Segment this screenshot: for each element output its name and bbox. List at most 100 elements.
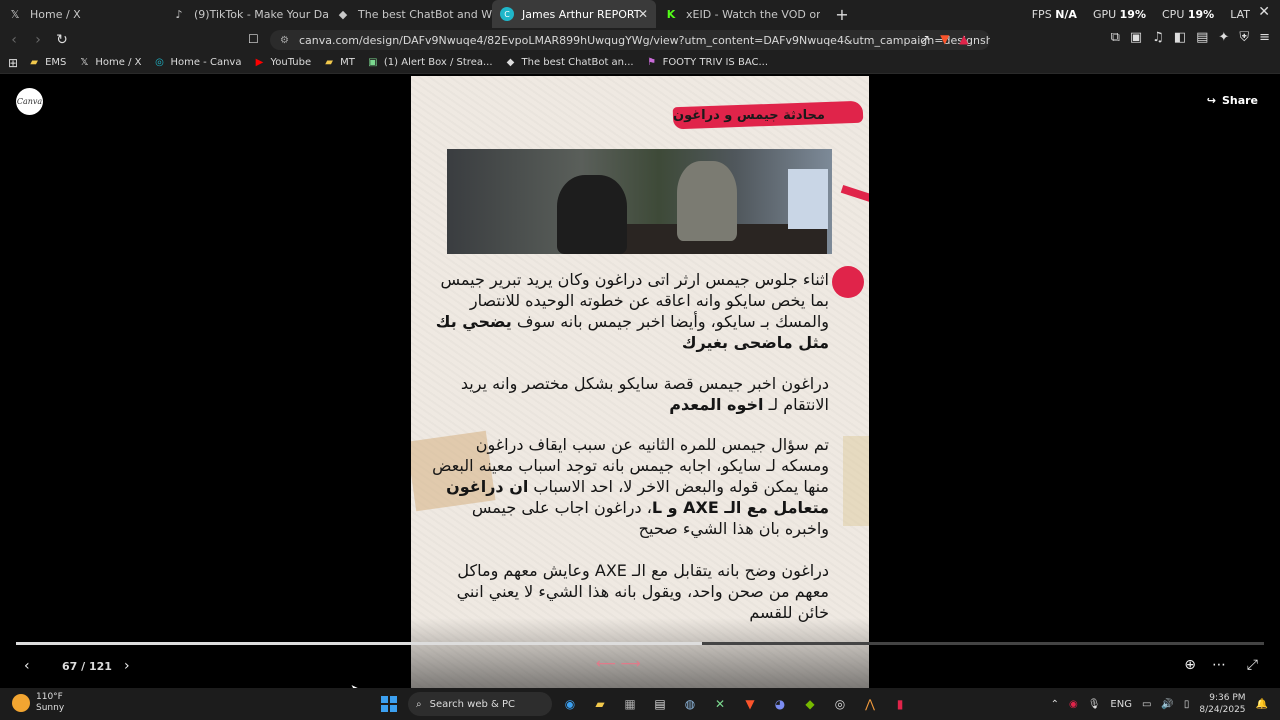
system-stats: FPS N/A GPU 19% CPU 19% LAT bbox=[1032, 0, 1250, 28]
notifications-icon[interactable]: 🔔 bbox=[1256, 699, 1268, 710]
tab-bar: 𝕏 Home / X ♪ (9)TikTok - Make Your Day ◆ Th… bbox=[0, 0, 1280, 28]
microphone-icon[interactable]: 🎙 bbox=[1088, 699, 1101, 710]
browser-tools: ⧉ ▣ ♫ ◧ ▤ ✦ ⛨ ≡ bbox=[1111, 30, 1270, 45]
share-icon: ↪ bbox=[1206, 94, 1216, 107]
file-explorer-icon[interactable]: ▰ bbox=[590, 694, 610, 714]
battery-icon[interactable]: ▯ bbox=[1184, 699, 1190, 710]
bookmark-canva[interactable]: ◎ Home - Canva bbox=[153, 57, 241, 68]
tab-home-x[interactable]: 𝕏 Home / X bbox=[0, 0, 164, 28]
tab-title: (9)TikTok - Make Your Day bbox=[194, 7, 328, 21]
forward-icon[interactable]: › bbox=[28, 32, 48, 48]
share-page-icon[interactable]: ↗ bbox=[920, 32, 930, 46]
bookmark-chatbot[interactable]: ◆ The best ChatBot an... bbox=[505, 57, 634, 68]
window-close-icon[interactable]: ✕ bbox=[1258, 4, 1270, 20]
url-field[interactable]: ⚙ canva.com/design/DAFv9Nwuqe4/82EvpoLMA… bbox=[270, 30, 990, 50]
chevron-up-icon[interactable]: ⌃ bbox=[1051, 699, 1059, 710]
language-indicator[interactable]: ENG bbox=[1110, 699, 1132, 710]
reload-icon[interactable]: ↻ bbox=[52, 32, 72, 48]
wallet-icon[interactable]: ▤ bbox=[1196, 30, 1208, 45]
streamlabs-icon: ▣ bbox=[368, 57, 378, 68]
site-info-icon[interactable]: ⚙ bbox=[280, 35, 289, 46]
address-bar: ‹ › ↻ ⚙ canva.com/design/DAFv9Nwuqe4/82E… bbox=[0, 28, 1280, 52]
extensions-icon[interactable]: ⧉ bbox=[1111, 30, 1120, 45]
paragraph-2: دراغون اخبر جيمس قصة سايكو بشكل مختصر وا… bbox=[460, 374, 829, 414]
tab-title: Home / X bbox=[30, 7, 81, 21]
windows-start-icon[interactable] bbox=[381, 696, 397, 712]
more-options-icon[interactable]: ⋯ bbox=[1212, 657, 1226, 673]
media-icon[interactable]: ♫ bbox=[1152, 30, 1164, 45]
tab-title: xEID - Watch the VOD on Kick bbox=[686, 7, 820, 21]
paragraph-3: تم سؤال جيمس للمره الثانيه عن سبب ايقاف … bbox=[432, 435, 829, 538]
tab-title: James Arthur REPORT bbox=[522, 7, 641, 21]
apps-grid-icon[interactable]: ⊞ bbox=[8, 56, 18, 70]
bookmark-icon[interactable]: ☐ bbox=[248, 32, 259, 46]
back-icon[interactable]: ‹ bbox=[4, 32, 24, 48]
store-icon[interactable]: ▦ bbox=[620, 694, 640, 714]
new-tab-button[interactable]: + bbox=[830, 5, 854, 24]
screenshot-icon[interactable]: ▣ bbox=[1130, 30, 1142, 45]
bookmark-mt[interactable]: ▰ MT bbox=[323, 57, 355, 68]
folder-icon: ▰ bbox=[30, 57, 38, 68]
next-page-button[interactable]: › bbox=[124, 658, 130, 674]
sun-icon bbox=[12, 694, 30, 712]
xbox-icon[interactable]: ✕ bbox=[710, 694, 730, 714]
app-icon[interactable]: ⋀ bbox=[860, 694, 880, 714]
page-counter: 67 / 121 bbox=[62, 660, 112, 673]
menu-icon[interactable]: ≡ bbox=[1259, 30, 1270, 45]
url-actions: ↗ ▼ ▲ bbox=[920, 32, 969, 46]
discord-icon[interactable]: ◕ bbox=[770, 694, 790, 714]
previous-page-button[interactable]: ‹ bbox=[24, 658, 30, 674]
canva-viewer: Canva ↪ Share محادثة جيمس و دراغون اثناء … bbox=[0, 76, 1280, 688]
flag-icon: ⚑ bbox=[647, 57, 657, 68]
tab-james-arthur-report[interactable]: C James Arthur REPORT ✕ bbox=[492, 0, 656, 28]
zoom-icon[interactable]: ⊕ bbox=[1184, 657, 1196, 673]
presentation-progress-bar[interactable] bbox=[16, 642, 1264, 645]
presentation-controls: ‹ 67 / 121 › ⊕ ⋯ ⤢ bbox=[0, 652, 1280, 682]
fps-stat: FPS N/A bbox=[1031, 7, 1077, 21]
bookmark-ems[interactable]: ▰ EMS bbox=[28, 57, 66, 68]
brave-shield-icon[interactable]: ▼ bbox=[940, 32, 949, 46]
windows-taskbar: 110°F Sunny ⌕ Search web & PC ◉ ▰ ▦ ▤ ◍ ✕ … bbox=[0, 688, 1280, 720]
close-tab-icon[interactable]: ✕ bbox=[638, 7, 648, 21]
rewards-icon[interactable]: ▲ bbox=[959, 32, 968, 46]
taskbar-apps: ◉ ▰ ▦ ▤ ◍ ✕ ▼ ◕ ◆ ◎ ⋀ ▮ bbox=[560, 694, 910, 714]
app-icon[interactable]: ▮ bbox=[890, 694, 910, 714]
canva-logo[interactable]: Canva bbox=[16, 88, 43, 115]
vpn-icon[interactable]: ⛨ bbox=[1239, 30, 1249, 45]
steam-icon[interactable]: ◍ bbox=[680, 694, 700, 714]
taskbar-search[interactable]: ⌕ Search web & PC bbox=[408, 692, 552, 716]
edge-icon[interactable]: ◉ bbox=[560, 694, 580, 714]
tray-app-icon[interactable]: ◉ bbox=[1069, 699, 1078, 710]
youtube-icon: ▶ bbox=[255, 57, 264, 68]
brave-icon[interactable]: ▼ bbox=[740, 694, 760, 714]
paragraph-1: اثناء جلوس جيمس ارثر اتى دراغون وكان يري… bbox=[435, 270, 829, 352]
cpu-stat: CPU 19% bbox=[1162, 7, 1215, 21]
sidebar-icon[interactable]: ◧ bbox=[1174, 30, 1186, 45]
epic-games-icon[interactable]: ▤ bbox=[650, 694, 670, 714]
nvidia-icon[interactable]: ◆ bbox=[800, 694, 820, 714]
weather-widget[interactable]: 110°F Sunny bbox=[12, 692, 64, 714]
chatbot-icon: ◆ bbox=[338, 7, 348, 21]
bookmarks-bar: ⊞ ▰ EMS 𝕏 Home / X ◎ Home - Canva ▶ YouTube … bbox=[0, 52, 1280, 74]
slide-page: محادثة جيمس و دراغون اثناء جلوس جيمس ارث… bbox=[411, 76, 869, 688]
tab-chatbot[interactable]: ◆ The best ChatBot and Widgets for Ki bbox=[328, 0, 492, 28]
bookmark-home-x[interactable]: 𝕏 Home / X bbox=[78, 57, 141, 68]
chatbot-icon: ◆ bbox=[506, 57, 515, 68]
bookmark-youtube[interactable]: ▶ YouTube bbox=[253, 57, 312, 68]
tape-decoration bbox=[843, 436, 869, 526]
leo-icon[interactable]: ✦ bbox=[1218, 30, 1229, 45]
clock[interactable]: 9:36 PM 8/24/2025 bbox=[1199, 692, 1245, 716]
network-icon[interactable]: ▭ bbox=[1142, 699, 1151, 710]
bookmark-footy-triv[interactable]: ⚑ FOOTY TRIV IS BAC... bbox=[646, 57, 768, 68]
volume-icon[interactable]: 🔊 bbox=[1161, 699, 1173, 710]
obs-icon[interactable]: ◎ bbox=[830, 694, 850, 714]
canva-icon: C bbox=[500, 7, 514, 21]
fullscreen-icon[interactable]: ⤢ bbox=[1247, 657, 1258, 673]
canva-icon: ◎ bbox=[155, 57, 164, 68]
bookmark-alert-box[interactable]: ▣ (1) Alert Box / Strea... bbox=[367, 57, 492, 68]
system-tray: ⌃ ◉ 🎙 ENG ▭ 🔊 ▯ 9:36 PM 8/24/2025 🔔 bbox=[1051, 688, 1268, 720]
tab-tiktok[interactable]: ♪ (9)TikTok - Make Your Day bbox=[164, 0, 328, 28]
paragraph-4: دراغون وضح بانه يتقابل مع الـ AXE وعايش … bbox=[456, 561, 829, 622]
share-button[interactable]: ↪ Share bbox=[1207, 94, 1258, 107]
tab-kick[interactable]: KxEID - Watch the VOD on Kick bbox=[656, 0, 820, 28]
